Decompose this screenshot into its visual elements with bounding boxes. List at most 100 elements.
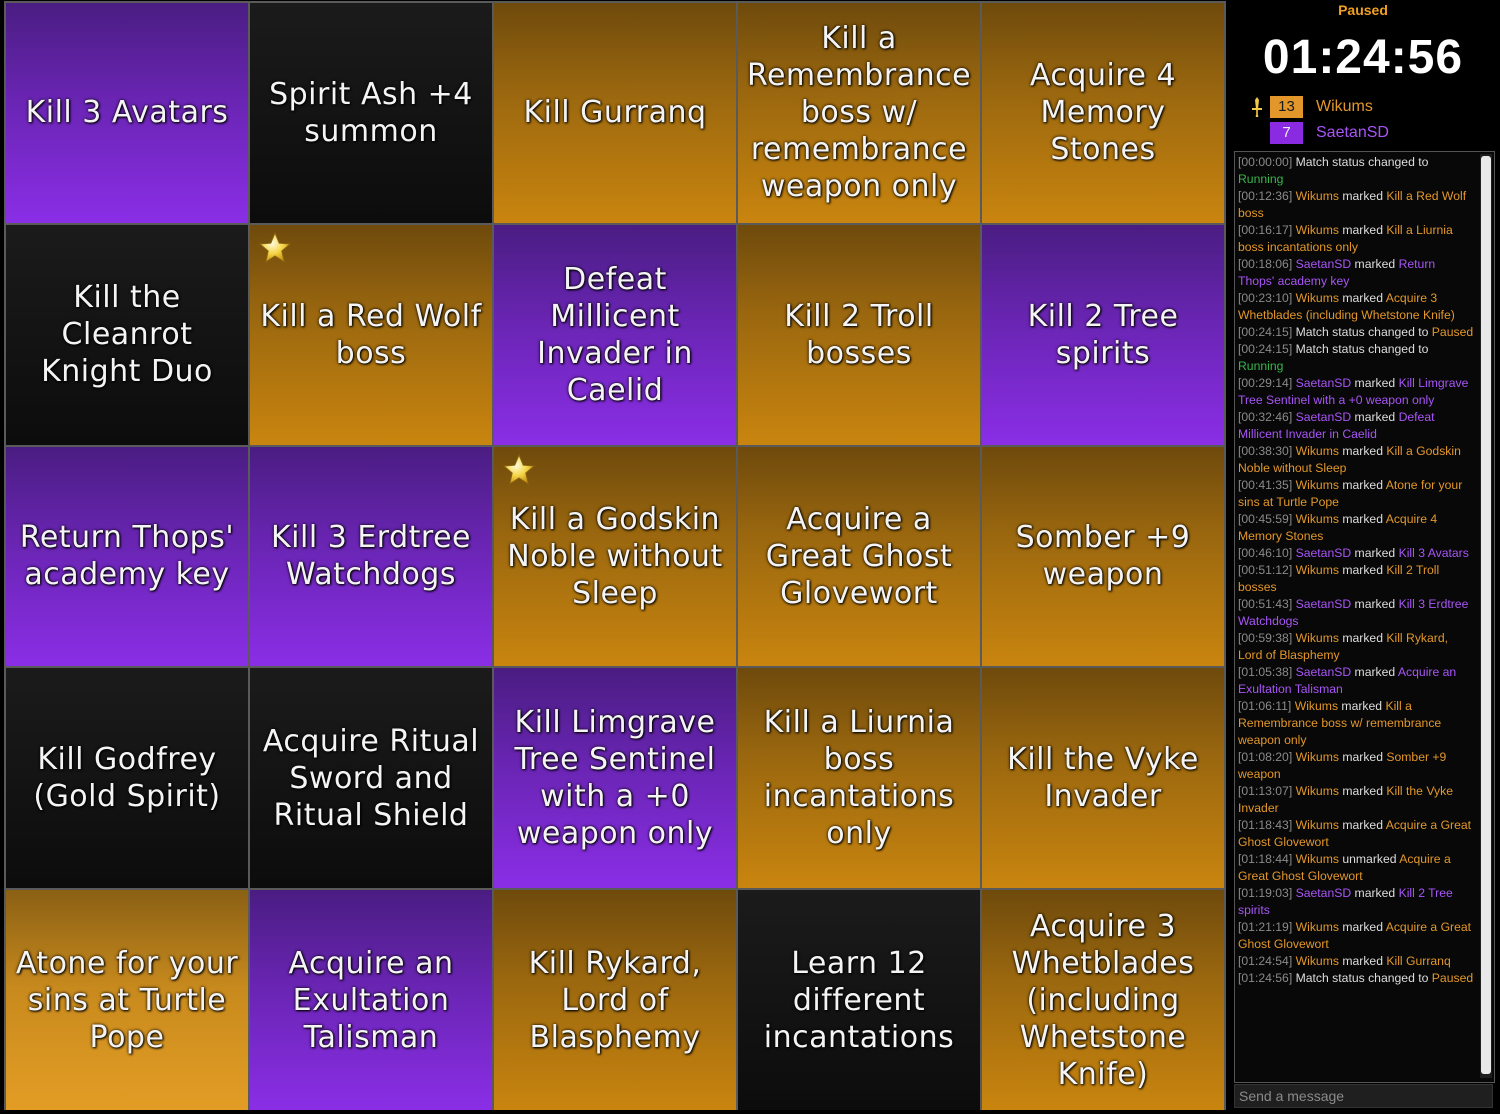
- cell-label: Kill Gurranq: [523, 95, 707, 131]
- cell-label: Atone for your sins at Turtle Pope: [15, 945, 239, 1055]
- log-timestamp: [00:24:15]: [1238, 342, 1293, 356]
- bingo-cell[interactable]: Kill Limgrave Tree Sentinel with a +0 we…: [494, 668, 736, 889]
- bingo-cell[interactable]: Acquire an Exultation Talisman: [250, 890, 492, 1110]
- cell-label: Learn 12 different incantations: [763, 945, 955, 1055]
- log-segment: Kill 3 Avatars: [1398, 546, 1469, 560]
- cell-label: Kill 3 Erdtree Watchdogs: [271, 520, 471, 593]
- log-timestamp: [01:08:20]: [1238, 750, 1293, 764]
- log-segment: Paused: [1431, 325, 1474, 339]
- log-timestamp: [00:24:15]: [1238, 325, 1293, 339]
- log-timestamp: [00:32:46]: [1238, 410, 1293, 424]
- bingo-cell[interactable]: Defeat Millicent Invader in Caelid: [494, 224, 736, 445]
- bingo-cell[interactable]: Kill a Liurnia boss incantations only: [738, 668, 980, 889]
- log-timestamp: [00:45:59]: [1238, 512, 1293, 526]
- log-segment: marked: [1338, 512, 1386, 526]
- log-entry: [00:59:38] Wikums marked Kill Rykard, Lo…: [1238, 630, 1474, 664]
- bingo-cell[interactable]: Kill 2 Tree spirits: [982, 224, 1224, 445]
- log-entry: [00:23:10] Wikums marked Acquire 3 Whetb…: [1238, 290, 1474, 324]
- log-segment: Wikums: [1295, 784, 1339, 798]
- sword-icon: [1250, 96, 1264, 118]
- cell-label: Kill a Red Wolf boss: [260, 298, 482, 371]
- log-segment: marked: [1338, 189, 1387, 203]
- cell-label: Kill 2 Troll bosses: [784, 298, 934, 371]
- log-segment: Wikums: [1295, 444, 1339, 458]
- log-segment: SaetanSD: [1295, 546, 1352, 560]
- log-timestamp: [01:24:56]: [1238, 971, 1293, 985]
- bingo-cell[interactable]: Kill a Red Wolf boss: [250, 224, 492, 445]
- log-entry: [00:24:15] Match status changed to Pause…: [1238, 324, 1474, 341]
- log-segment: SaetanSD: [1295, 376, 1352, 390]
- log-segment: marked: [1338, 818, 1386, 832]
- log-segment: Wikums: [1295, 563, 1339, 577]
- log-segment: marked: [1338, 784, 1387, 798]
- log-entry: [01:08:20] Wikums marked Somber +9 weapo…: [1238, 749, 1474, 783]
- bingo-cell[interactable]: Atone for your sins at Turtle Pope: [6, 890, 248, 1110]
- bingo-cell[interactable]: Kill 2 Troll bosses: [738, 224, 980, 445]
- log-segment: marked: [1351, 886, 1399, 900]
- bingo-cell[interactable]: Kill a Remembrance boss w/ remembrance w…: [738, 3, 980, 223]
- cell-label: Somber +9 weapon: [1015, 520, 1191, 593]
- log-timestamp: [00:23:10]: [1238, 291, 1293, 305]
- cell-label: Kill Rykard, Lord of Blasphemy: [528, 945, 702, 1055]
- match-log[interactable]: [00:00:00] Match status changed to Runni…: [1234, 151, 1495, 1083]
- bingo-cell[interactable]: Kill the Vyke Invader: [982, 668, 1224, 889]
- log-segment: Match status changed to: [1295, 325, 1432, 339]
- log-timestamp: [01:24:54]: [1238, 954, 1293, 968]
- cell-label: Acquire an Exultation Talisman: [288, 945, 454, 1055]
- log-entry: [01:19:03] SaetanSD marked Kill 2 Tree s…: [1238, 885, 1474, 919]
- log-segment: marked: [1338, 563, 1387, 577]
- log-segment: Wikums: [1295, 920, 1339, 934]
- log-segment: Running: [1238, 359, 1284, 373]
- bingo-cell[interactable]: Somber +9 weapon: [982, 446, 1224, 667]
- bingo-cell[interactable]: Kill Godfrey (Gold Spirit): [6, 668, 248, 889]
- bingo-cell[interactable]: Kill 3 Erdtree Watchdogs: [250, 446, 492, 667]
- bingo-cell[interactable]: Acquire Ritual Sword and Ritual Shield: [250, 668, 492, 889]
- bingo-cell[interactable]: Learn 12 different incantations: [738, 890, 980, 1110]
- log-entry: [00:32:46] SaetanSD marked Defeat Millic…: [1238, 409, 1474, 443]
- cell-label: Defeat Millicent Invader in Caelid: [537, 261, 693, 408]
- cell-label: Spirit Ash +4 summon: [269, 76, 473, 149]
- log-entry: [00:45:59] Wikums marked Acquire 4 Memor…: [1238, 511, 1474, 545]
- bingo-cell[interactable]: Kill Gurranq: [494, 3, 736, 223]
- bingo-cell[interactable]: Kill a Godskin Noble without Sleep: [494, 446, 736, 667]
- star-icon: [502, 453, 536, 485]
- log-segment: Wikums: [1295, 189, 1339, 203]
- log-segment: Wikums: [1295, 291, 1339, 305]
- player-row-saetansd: 7 SaetanSD: [1250, 122, 1389, 144]
- bingo-cell[interactable]: Spirit Ash +4 summon: [250, 3, 492, 223]
- bingo-cell[interactable]: Acquire a Great Ghost Glovewort: [738, 446, 980, 667]
- scrollbar-thumb[interactable]: [1481, 156, 1491, 1074]
- log-segment: SaetanSD: [1295, 410, 1352, 424]
- log-segment: Running: [1238, 172, 1284, 186]
- player-name: SaetanSD: [1316, 124, 1389, 141]
- bingo-cell[interactable]: Kill Rykard, Lord of Blasphemy: [494, 890, 736, 1110]
- log-segment: marked: [1338, 699, 1386, 713]
- player-name: Wikums: [1316, 98, 1373, 115]
- cell-label: Kill 2 Tree spirits: [1027, 298, 1179, 371]
- bingo-cell[interactable]: Return Thops' academy key: [6, 446, 248, 667]
- log-scrollbar[interactable]: [1480, 154, 1492, 1078]
- log-entry: [01:21:19] Wikums marked Acquire a Great…: [1238, 919, 1474, 953]
- log-segment: Wikums: [1295, 631, 1339, 645]
- bingo-cell[interactable]: Acquire 3 Whetblades (including Whetston…: [982, 890, 1224, 1110]
- log-entry: [00:18:06] SaetanSD marked Return Thops'…: [1238, 256, 1474, 290]
- log-segment: marked: [1351, 665, 1398, 679]
- log-timestamp: [00:51:12]: [1238, 563, 1293, 577]
- bingo-cell[interactable]: Kill 3 Avatars: [6, 3, 248, 223]
- log-segment: marked: [1338, 444, 1387, 458]
- bingo-cell[interactable]: Acquire 4 Memory Stones: [982, 3, 1224, 223]
- log-entry: [00:38:30] Wikums marked Kill a Godskin …: [1238, 443, 1474, 477]
- log-timestamp: [00:59:38]: [1238, 631, 1293, 645]
- log-segment: Match status changed to: [1295, 971, 1432, 985]
- log-timestamp: [01:18:43]: [1238, 818, 1293, 832]
- log-segment: Match status changed to: [1295, 155, 1429, 169]
- log-segment: Wikums: [1295, 750, 1339, 764]
- log-segment: SaetanSD: [1295, 886, 1352, 900]
- bingo-board: Kill 3 Avatars Spirit Ash +4 summon Kill G…: [4, 1, 1226, 1110]
- chat-input[interactable]: [1234, 1084, 1493, 1108]
- log-segment: marked: [1338, 223, 1387, 237]
- log-segment: Paused: [1431, 971, 1474, 985]
- cell-label: Kill a Liurnia boss incantations only: [763, 705, 955, 852]
- bingo-cell[interactable]: Kill the Cleanrot Knight Duo: [6, 224, 248, 445]
- log-segment: Wikums: [1295, 512, 1339, 526]
